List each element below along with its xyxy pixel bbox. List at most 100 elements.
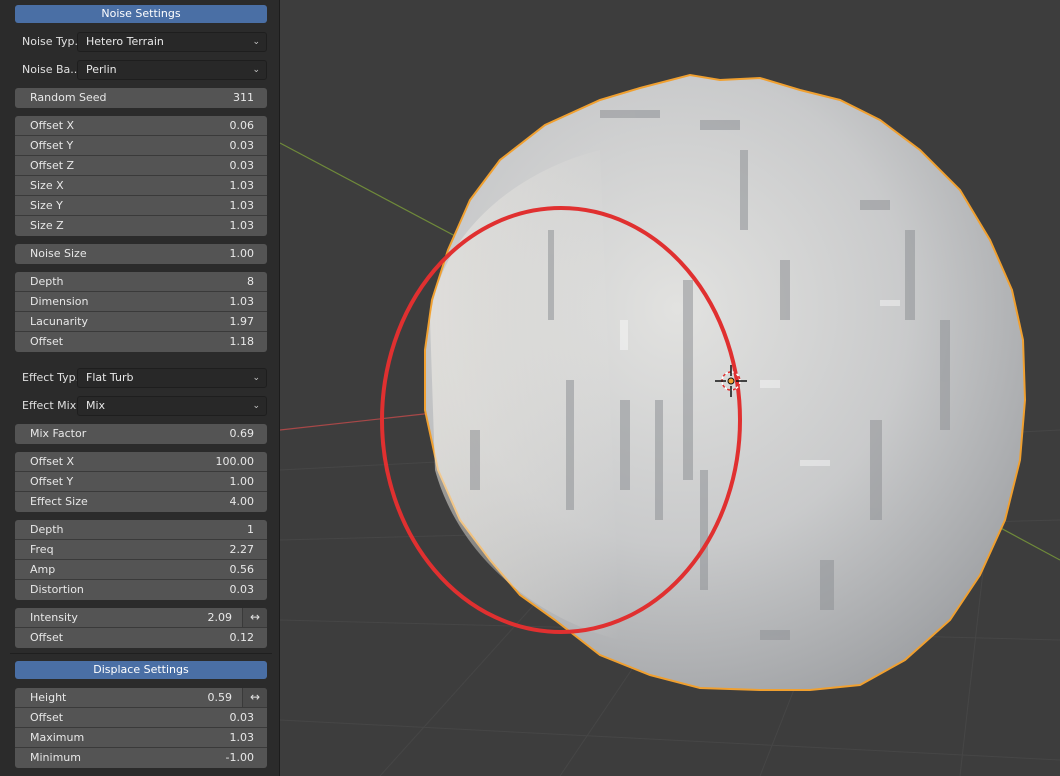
- field-value: 0.59: [207, 691, 233, 704]
- field-label: Maximum: [30, 731, 85, 744]
- field-label: Offset X: [30, 119, 75, 132]
- height-field[interactable]: Height 0.59 ↔: [15, 688, 267, 708]
- lacunarity-field[interactable]: Lacunarity 1.97: [15, 312, 267, 332]
- field-value: 2.27: [229, 543, 255, 556]
- fractal-offset-field[interactable]: Offset 1.18: [15, 332, 267, 352]
- field-label: Noise Size: [30, 247, 87, 260]
- effect-params-group: Depth 1 Freq 2.27 Amp 0.56 Distortion 0.03: [15, 520, 267, 600]
- effect-type-value: Flat Turb: [86, 371, 134, 384]
- random-seed-label: Random Seed: [30, 91, 107, 104]
- field-value: 0.06: [229, 119, 255, 132]
- offset-size-group: Offset X 0.06 Offset Y 0.03 Offset Z 0.03 S…: [15, 116, 267, 236]
- chevron-down-icon: ⌄: [252, 37, 260, 47]
- field-label: Size Y: [30, 199, 63, 212]
- field-label: Size X: [30, 179, 64, 192]
- mix-factor-group: Mix Factor 0.69: [15, 424, 267, 444]
- field-label: Minimum: [30, 751, 81, 764]
- size-y-field[interactable]: Size Y 1.03: [15, 196, 267, 216]
- offset-y-field[interactable]: Offset Y 0.03: [15, 136, 267, 156]
- noise-type-dropdown[interactable]: Hetero Terrain ⌄: [77, 32, 267, 52]
- dimension-field[interactable]: Dimension 1.03: [15, 292, 267, 312]
- field-value: 1.00: [229, 475, 255, 488]
- effect-offset-x-field[interactable]: Offset X 100.00: [15, 452, 267, 472]
- effect-mix-value: Mix: [86, 399, 106, 412]
- size-x-field[interactable]: Size X 1.03: [15, 176, 267, 196]
- chevron-down-icon: ⌄: [252, 401, 260, 411]
- field-value: 1.03: [229, 219, 255, 232]
- field-label: Depth: [30, 275, 64, 288]
- distortion-field[interactable]: Distortion 0.03: [15, 580, 267, 600]
- field-value: 0.03: [229, 159, 255, 172]
- noise-type-label: Noise Typ..: [22, 35, 82, 48]
- intensity-offset-field[interactable]: Offset 0.12: [15, 628, 267, 648]
- effect-offset-group: Offset X 100.00 Offset Y 1.00 Effect Size 4…: [15, 452, 267, 512]
- random-seed-value: 311: [233, 91, 254, 104]
- chevron-down-icon: ⌄: [252, 373, 260, 383]
- noise-size-group: Noise Size 1.00: [15, 244, 267, 264]
- effect-size-field[interactable]: Effect Size 4.00: [15, 492, 267, 512]
- swap-arrows-icon[interactable]: ↔: [242, 688, 267, 707]
- fractal-group: Depth 8 Dimension 1.03 Lacunarity 1.97 Offs…: [15, 272, 267, 352]
- field-value: 4.00: [229, 495, 255, 508]
- displace-group: Height 0.59 ↔ Offset 0.03 Maximum 1.03 Min…: [15, 688, 267, 768]
- noise-size-field[interactable]: Noise Size 1.00: [15, 244, 267, 264]
- field-value: 1.03: [229, 731, 255, 744]
- chevron-down-icon: ⌄: [252, 65, 260, 75]
- field-label: Offset: [30, 631, 64, 644]
- field-value: 1.18: [229, 335, 255, 348]
- field-value: 0.03: [229, 711, 255, 724]
- freq-field[interactable]: Freq 2.27: [15, 540, 267, 560]
- field-label: Mix Factor: [30, 427, 87, 440]
- displace-offset-field[interactable]: Offset 0.03: [15, 708, 267, 728]
- field-value: 1.03: [229, 179, 255, 192]
- intensity-group: Intensity 2.09 ↔ Offset 0.12: [15, 608, 267, 648]
- panel-divider: [10, 653, 272, 654]
- field-value: 1: [247, 523, 254, 536]
- field-label: Offset Y: [30, 139, 74, 152]
- field-value: 8: [247, 275, 254, 288]
- offset-x-field[interactable]: Offset X 0.06: [15, 116, 267, 136]
- effect-depth-field[interactable]: Depth 1: [15, 520, 267, 540]
- field-value: -1.00: [225, 751, 254, 764]
- field-value: 100.00: [215, 455, 255, 468]
- redo-last-panel: Noise Settings Noise Typ.. Hetero Terrai…: [0, 0, 280, 776]
- minimum-field[interactable]: Minimum -1.00: [15, 748, 267, 768]
- offset-z-field[interactable]: Offset Z 0.03: [15, 156, 267, 176]
- field-value: 1.03: [229, 295, 255, 308]
- field-label: Amp: [30, 563, 56, 576]
- effect-mix-dropdown[interactable]: Mix ⌄: [77, 396, 267, 416]
- random-seed-group: Random Seed 311: [15, 88, 267, 108]
- field-label: Offset Z: [30, 159, 75, 172]
- field-label: Depth: [30, 523, 64, 536]
- field-value: 0.03: [229, 583, 255, 596]
- maximum-field[interactable]: Maximum 1.03: [15, 728, 267, 748]
- field-label: Effect Size: [30, 495, 88, 508]
- effect-type-label: Effect Typ..: [22, 371, 83, 384]
- field-label: Height: [30, 691, 67, 704]
- intensity-field[interactable]: Intensity 2.09 ↔: [15, 608, 267, 628]
- displaced-sphere[interactable]: [424, 73, 1027, 691]
- field-label: Distortion: [30, 583, 84, 596]
- field-label: Intensity: [30, 611, 78, 624]
- field-label: Freq: [30, 543, 54, 556]
- amp-field[interactable]: Amp 0.56: [15, 560, 267, 580]
- field-value: 1.03: [229, 199, 255, 212]
- field-value: 1.97: [229, 315, 255, 328]
- field-value: 2.09: [207, 611, 233, 624]
- effect-offset-y-field[interactable]: Offset Y 1.00: [15, 472, 267, 492]
- field-value: 1.00: [229, 247, 255, 260]
- field-label: Offset Y: [30, 475, 74, 488]
- displace-settings-header[interactable]: Displace Settings: [15, 661, 267, 679]
- noise-basis-value: Perlin: [86, 63, 117, 76]
- effect-mix-label: Effect Mix:: [22, 399, 80, 412]
- size-z-field[interactable]: Size Z 1.03: [15, 216, 267, 236]
- field-value: 0.69: [229, 427, 255, 440]
- depth-field[interactable]: Depth 8: [15, 272, 267, 292]
- field-value: 0.12: [229, 631, 255, 644]
- effect-type-dropdown[interactable]: Flat Turb ⌄: [77, 368, 267, 388]
- noise-settings-header[interactable]: Noise Settings: [15, 5, 267, 23]
- noise-basis-dropdown[interactable]: Perlin ⌄: [77, 60, 267, 80]
- mix-factor-field[interactable]: Mix Factor 0.69: [15, 424, 267, 444]
- random-seed-field[interactable]: Random Seed 311: [15, 88, 267, 108]
- swap-arrows-icon[interactable]: ↔: [242, 608, 267, 627]
